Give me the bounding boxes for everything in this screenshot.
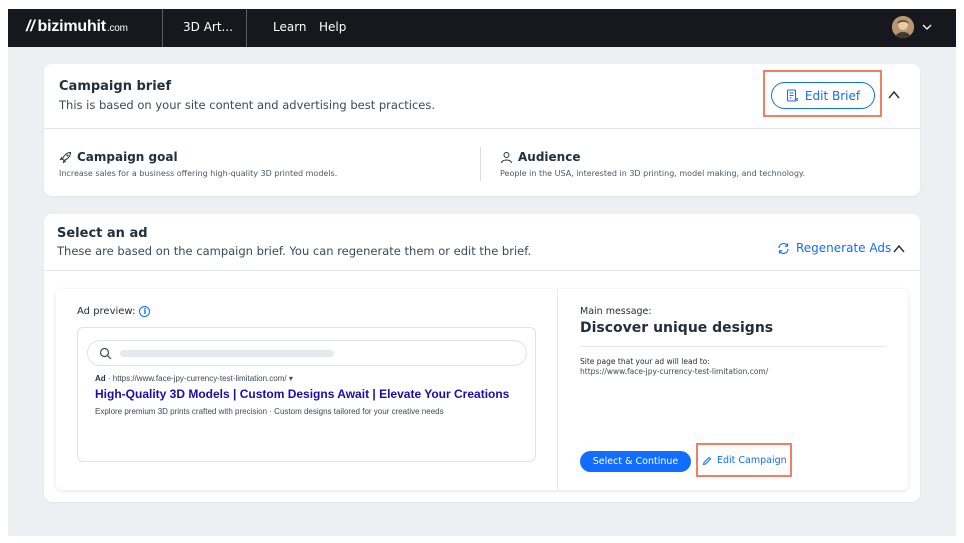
card-divider (44, 128, 920, 129)
regenerate-icon (778, 242, 789, 254)
campaign-goal-text: Increase sales for a business offering h… (59, 169, 338, 178)
avatar-image (892, 16, 914, 38)
ad-tag: Ad (95, 374, 106, 383)
audience-title: Audience (518, 150, 581, 164)
card-divider (44, 270, 920, 271)
search-icon (99, 347, 112, 360)
avatar[interactable] (892, 16, 914, 38)
campaign-brief-card: Campaign brief This is based on your sit… (44, 64, 920, 196)
site-selector[interactable]: 3D Art... (183, 20, 233, 34)
info-icon[interactable]: i (139, 306, 151, 317)
chevron-down-icon[interactable] (921, 21, 933, 33)
ad-preview-panel: Ad preview: i Ad · https://www.face-jpy-… (56, 289, 558, 490)
message-divider (580, 346, 886, 347)
ad-url-line: Ad · https://www.face-jpy-currency-test-… (95, 374, 293, 383)
edit-campaign-label: Edit Campaign (717, 455, 787, 466)
ad-option-card[interactable]: Ad preview: i Ad · https://www.face-jpy-… (56, 289, 908, 490)
ad-preview-box: Ad · https://www.face-jpy-currency-test-… (77, 327, 536, 462)
audience-label: Audience (500, 150, 580, 164)
nav-help[interactable]: Help (319, 20, 346, 34)
select-ad-subtitle: These are based on the campaign brief. Y… (57, 244, 532, 258)
audience-text: People in the USA, interested in 3D prin… (500, 169, 806, 178)
edit-brief-label: Edit Brief (804, 88, 861, 103)
topbar-divider (246, 9, 247, 47)
ad-headline: High-Quality 3D Models | Custom Designs … (95, 387, 510, 401)
document-edit-icon (786, 89, 799, 102)
edit-campaign-button[interactable]: Edit Campaign (702, 455, 787, 466)
lead-page-url: https://www.face-jpy-currency-test-limit… (580, 367, 769, 376)
collapse-chevron-up-icon[interactable] (892, 243, 906, 255)
logo-text: bizimuhit (37, 18, 107, 35)
campaign-brief-subtitle: This is based on your site content and a… (59, 98, 436, 112)
pencil-icon (702, 456, 712, 465)
caret-down-icon: ▾ (288, 374, 293, 383)
audience-icon (501, 151, 512, 163)
campaign-goal-label: Campaign goal (59, 150, 178, 164)
ad-preview-title: Ad preview: (77, 306, 136, 317)
collapse-chevron-up-icon[interactable] (887, 89, 901, 101)
select-ad-card: Select an ad These are based on the camp… (44, 214, 920, 502)
ad-preview-label: Ad preview: i (77, 306, 151, 317)
campaign-goal-title: Campaign goal (77, 150, 178, 164)
ad-display-url: https://www.face-jpy-currency-test-limit… (112, 374, 287, 383)
nav-learn[interactable]: Learn (273, 20, 307, 34)
select-continue-button[interactable]: Select & Continue (580, 451, 691, 472)
top-bar: //bizimuhit.com 3D Art... Learn Help (8, 9, 956, 47)
main-message-label: Main message: (580, 306, 652, 317)
brief-divider (480, 147, 481, 181)
campaign-brief-title: Campaign brief (59, 79, 172, 94)
logo[interactable]: //bizimuhit.com (26, 18, 128, 36)
regenerate-ads-label: Regenerate Ads (796, 241, 892, 255)
logo-slash-icon: // (26, 18, 35, 35)
app-frame: //bizimuhit.com 3D Art... Learn Help Cam… (8, 9, 956, 536)
rocket-icon (59, 151, 72, 164)
edit-brief-button[interactable]: Edit Brief (771, 82, 875, 109)
logo-tld: .com (106, 23, 128, 34)
mock-search-bar (87, 340, 527, 366)
regenerate-ads-button[interactable]: Regenerate Ads (777, 241, 891, 255)
main-message: Discover unique designs (580, 320, 774, 336)
ad-description: Explore premium 3D prints crafted with p… (95, 407, 444, 416)
topbar-divider (162, 9, 163, 47)
search-placeholder-bar (120, 350, 334, 357)
select-ad-title: Select an ad (57, 226, 148, 241)
lead-page-label: Site page that your ad will lead to: (580, 357, 710, 366)
